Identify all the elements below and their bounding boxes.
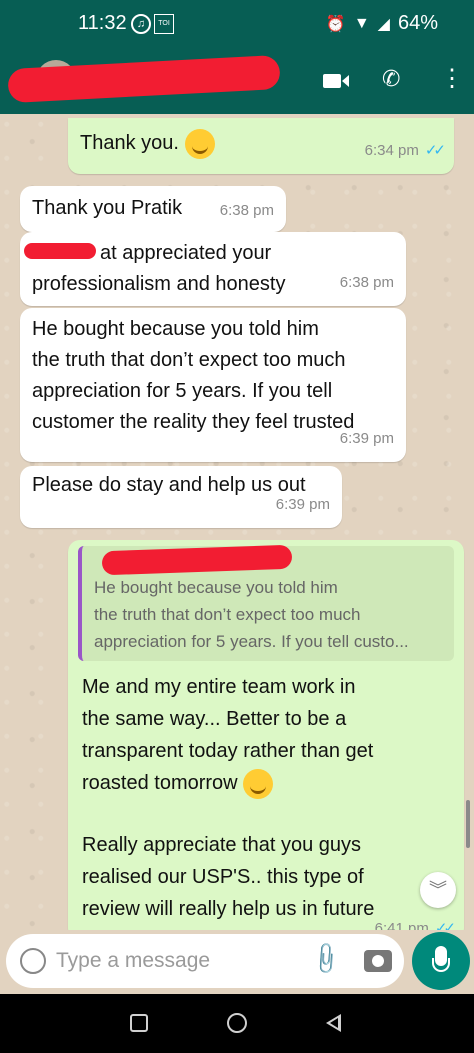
message-bubble-incoming[interactable]: at appreciated your professionalism and …: [20, 232, 406, 306]
message-bubble-incoming[interactable]: Please do stay and help us out 6:39 pm: [20, 466, 342, 528]
message-time: 6:38 pm: [219, 202, 274, 219]
message-time: 6:39 pm: [275, 496, 330, 513]
message-line: the same way... Better to be a: [82, 708, 347, 730]
quoted-line: appreciation for 5 years. If you tell cu…: [94, 632, 409, 651]
status-bar: 11:32 ♫ TOI ⏰ ▼ ◢ 64%: [0, 0, 474, 50]
message-time: 6:41 pm: [374, 920, 429, 930]
home-icon[interactable]: [227, 1013, 247, 1033]
grinning-face-emoji: [243, 768, 274, 799]
message-line: appreciation for 5 years. If you tell: [32, 380, 333, 402]
attach-icon[interactable]: 📎: [307, 940, 345, 978]
message-text: Thank you Pratik: [32, 197, 183, 219]
message-meta: 6:39 pm: [276, 489, 330, 520]
read-ticks-icon: ✓✓: [424, 142, 446, 159]
message-composer: 📎: [0, 930, 474, 994]
voice-message-button[interactable]: [412, 932, 470, 990]
wifi-icon: ▼: [353, 14, 370, 32]
message-bubble-outgoing[interactable]: He bought because you told him the truth…: [68, 540, 464, 930]
message-bubble-outgoing[interactable]: Thank you. 6:34 pm ✓✓: [68, 118, 454, 174]
message-line: Really appreciate that you guys: [82, 834, 362, 856]
message-line: transparent today rather than get: [82, 740, 374, 762]
message-line: He bought because you told him: [32, 318, 319, 340]
message-time: 6:38 pm: [339, 274, 394, 291]
news-notification-icon: TOI: [154, 14, 174, 34]
message-text: Please do stay and help us out: [32, 474, 306, 496]
alarm-icon: ⏰: [325, 15, 346, 33]
emoji-icon[interactable]: [20, 948, 46, 974]
message-time: 6:39 pm: [339, 430, 394, 447]
smiling-face-emoji: [184, 128, 215, 159]
quoted-line: the truth that don’t expect too much: [94, 605, 361, 624]
message-meta: 6:34 pm ✓✓: [364, 135, 446, 166]
quoted-line: He bought because you told him: [94, 578, 338, 597]
voice-call-icon[interactable]: ✆: [382, 66, 400, 92]
message-line: realised our USP'S.. this type of: [82, 866, 364, 888]
more-vert-icon[interactable]: ⋮: [440, 64, 464, 93]
microphone-stand: [432, 958, 450, 972]
message-line: the truth that don’t expect too much: [32, 349, 346, 371]
message-input-container: 📎: [6, 934, 404, 988]
message-bubble-incoming[interactable]: He bought because you told him the truth…: [20, 308, 406, 462]
quoted-message[interactable]: He bought because you told him the truth…: [78, 544, 454, 661]
message-bubble-incoming[interactable]: Thank you Pratik 6:38 pm: [20, 186, 286, 232]
message-meta: 6:41 pm ✓✓: [374, 913, 456, 930]
scrollbar-thumb[interactable]: [466, 800, 470, 848]
read-ticks-icon: ✓✓: [434, 920, 456, 930]
double-chevron-down-icon: ︾: [429, 880, 447, 900]
scroll-to-bottom-button[interactable]: ︾: [420, 872, 456, 908]
back-icon[interactable]: [326, 1014, 341, 1032]
message-time: 6:34 pm: [364, 142, 419, 159]
message-meta: 6:38 pm: [220, 195, 274, 226]
recents-icon[interactable]: [130, 1014, 148, 1032]
chat-header: ← ✆ ⋮: [0, 50, 474, 114]
status-time: 11:32: [78, 12, 127, 34]
message-meta: 6:38 pm: [340, 267, 394, 298]
system-nav-bar: [0, 994, 474, 1053]
redaction-mark: [24, 243, 96, 259]
message-input[interactable]: [56, 944, 296, 978]
music-notification-icon: ♫: [131, 14, 151, 34]
message-line: roasted tomorrow: [82, 772, 238, 794]
video-call-icon[interactable]: [322, 70, 350, 92]
status-right: ⏰ ▼ ◢ 64%: [326, 12, 438, 35]
message-text: Thank you.: [80, 132, 179, 154]
battery-level: 64%: [397, 12, 438, 34]
message-meta: 6:39 pm: [340, 423, 394, 454]
signal-icon: ◢: [377, 15, 390, 33]
message-line: Me and my entire team work in: [82, 676, 356, 698]
chat-messages[interactable]: Thank you. 6:34 pm ✓✓ Thank you Pratik 6…: [0, 114, 474, 930]
camera-icon[interactable]: [364, 950, 392, 972]
